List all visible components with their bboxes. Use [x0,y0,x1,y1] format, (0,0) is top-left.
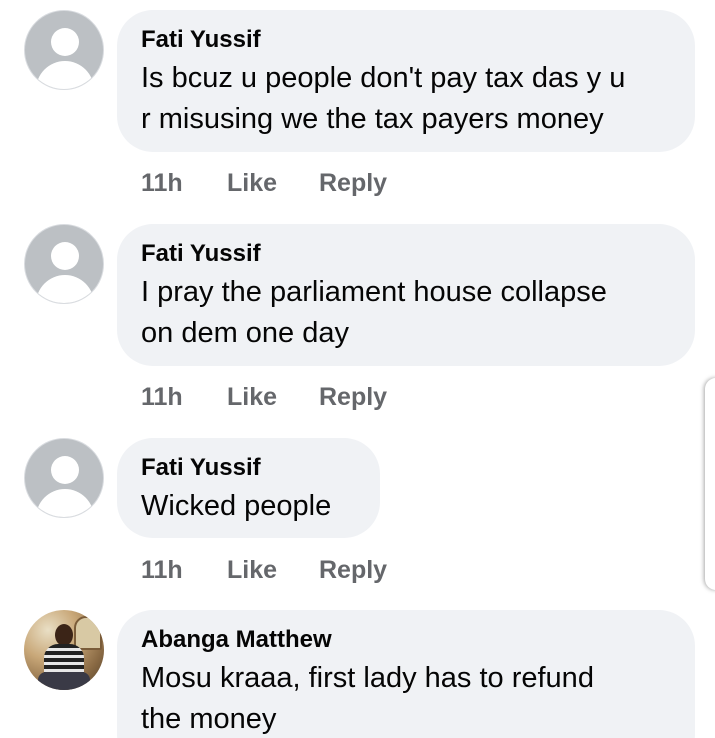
comment-text-line: Is bcuz u people don't pay tax das y u [141,62,626,94]
comment-author[interactable]: Fati Yussif [141,25,671,55]
like-button[interactable]: Like [227,556,319,585]
comment-text-line: I pray the parliament house collapse [141,276,607,308]
comment-text-line: r misusing we the tax payers money [141,103,604,135]
default-profile-icon[interactable] [24,438,104,518]
default-profile-icon[interactable] [24,224,104,304]
comment-timestamp[interactable]: 11h [141,169,227,198]
comment-actions: 11h Like Reply [141,380,387,414]
comment-bubble: Fati Yussif I pray the parliament house … [117,224,695,366]
comment-text-line: Mosu kraaa, first lady has to refund [141,662,594,694]
like-button[interactable]: Like [227,383,319,412]
profile-photo[interactable] [24,610,104,690]
comment-text: Is bcuz u people don't pay tax das y u r… [141,58,671,140]
photo-person-head [55,624,73,646]
reply-button[interactable]: Reply [319,383,387,412]
like-button[interactable]: Like [227,169,319,198]
comment-timestamp[interactable]: 11h [141,383,227,412]
avatar-head-shape [51,242,79,270]
reply-button[interactable]: Reply [319,169,387,198]
photo-background-window [74,616,102,650]
avatar-head-shape [51,456,79,484]
avatar-shoulders-shape [36,275,94,303]
comment-text: Mosu kraaa, first lady has to refund the… [141,658,671,738]
comment-text: I pray the parliament house collapse on … [141,272,671,354]
reply-button[interactable]: Reply [319,556,387,585]
avatar-shoulders-shape [36,489,94,517]
comment-bubble: Abanga Matthew Mosu kraaa, first lady ha… [117,610,695,738]
comment-author[interactable]: Fati Yussif [141,453,356,483]
comment-actions: 11h Like Reply [141,166,387,200]
comment-author[interactable]: Abanga Matthew [141,625,671,655]
comment-text-line: the money [141,703,277,735]
comment-actions: 11h Like Reply [141,553,387,587]
comment-bubble: Fati Yussif Wicked people [117,438,380,538]
comment-bubble: Fati Yussif Is bcuz u people don't pay t… [117,10,695,152]
comment-author[interactable]: Fati Yussif [141,239,671,269]
scrollbar-handle[interactable] [705,378,715,590]
comment-text-line: on dem one day [141,317,349,349]
avatar-shoulders-shape [36,61,94,89]
default-profile-icon[interactable] [24,10,104,90]
comment-text: Wicked people [141,486,356,527]
avatar-head-shape [51,28,79,56]
comments-feed: Fati Yussif Is bcuz u people don't pay t… [0,0,715,738]
comment-text-line: Wicked people [141,490,332,522]
photo-person-legs [38,672,90,690]
comment-timestamp[interactable]: 11h [141,556,227,585]
